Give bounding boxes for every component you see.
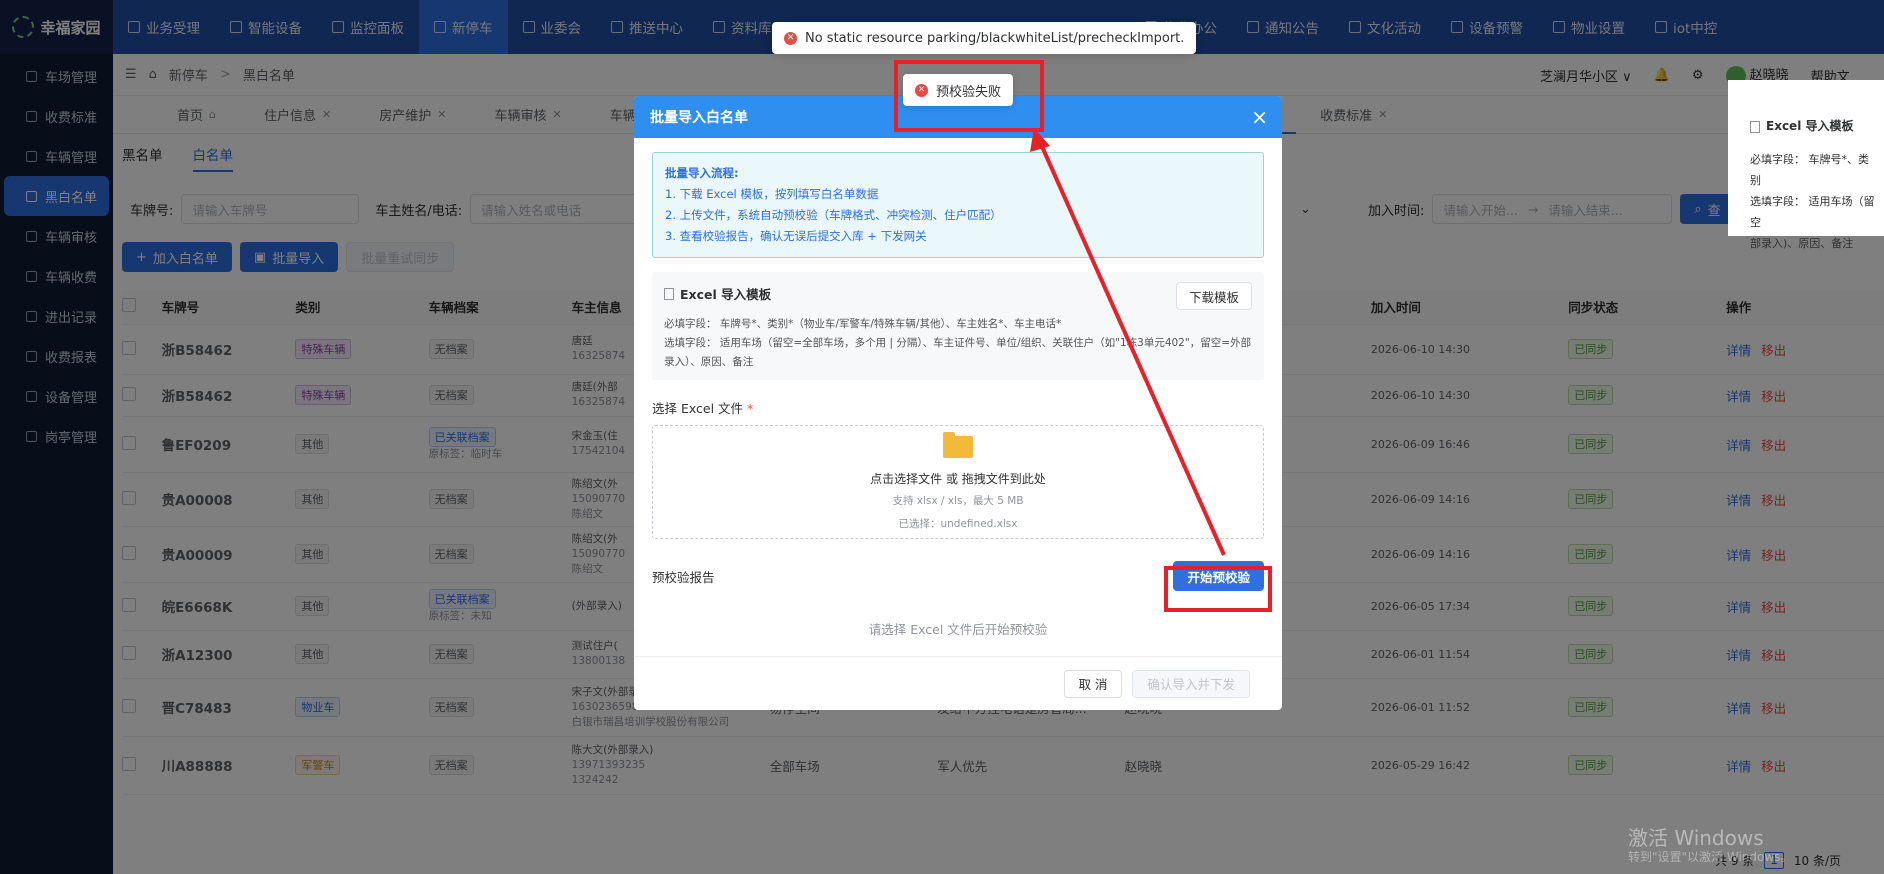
annotation-arrow: [1030, 128, 1226, 556]
activation-watermark-sub: 转到"设置"以激活 Windows。: [1628, 850, 1793, 864]
arrow-line: [1038, 141, 1226, 556]
arrow-head: [1030, 128, 1050, 152]
activation-watermark: 激活 Windows: [1628, 826, 1764, 850]
